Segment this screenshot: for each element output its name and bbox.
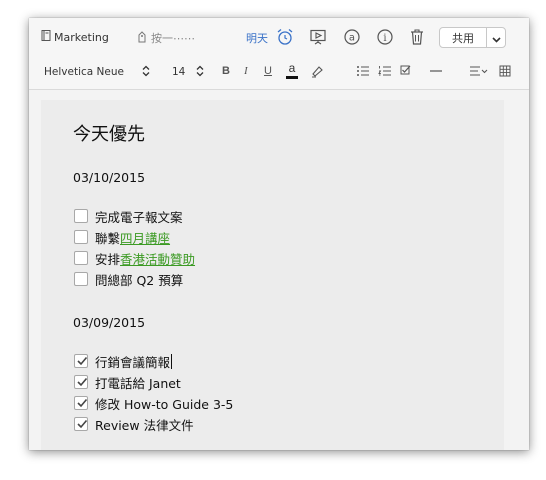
notebook-name: Marketing [54, 30, 109, 44]
italic-button[interactable]: I [244, 62, 248, 80]
task-item: Review 法律文件 [74, 416, 194, 433]
task-text: 完成電子報文案 [95, 209, 183, 225]
font-size-stepper-icon[interactable] [196, 62, 204, 80]
task-checkbox[interactable] [74, 272, 88, 286]
task-text: Review 法律文件 [95, 417, 194, 433]
tag-placeholder: 按一⋯⋯ [151, 32, 195, 45]
task-item: 打電話給 Janet [74, 374, 181, 391]
svg-text:a: a [349, 33, 355, 44]
share-button[interactable]: 共用 [439, 27, 487, 48]
table-icon[interactable] [499, 62, 511, 80]
align-menu-icon[interactable] [469, 62, 489, 80]
text-color-button[interactable]: a [286, 61, 298, 81]
bold-button[interactable]: B [222, 62, 230, 80]
tag-field[interactable]: 按一⋯⋯ [137, 30, 195, 46]
checkmark-icon [77, 398, 88, 408]
text-color-swatch [286, 76, 298, 79]
section-date: 03/09/2015 [73, 315, 146, 330]
horizontal-rule-icon[interactable] [429, 62, 443, 80]
checkbox-list-icon[interactable] [400, 62, 414, 80]
text-cursor [171, 353, 173, 369]
scroll-gutter [507, 100, 529, 450]
alarm-clock-icon[interactable] [275, 27, 295, 47]
task-link[interactable]: 四月講座 [120, 228, 170, 247]
task-checkbox[interactable] [74, 209, 88, 223]
task-checkbox-checked[interactable] [74, 417, 88, 431]
checkmark-icon [77, 377, 88, 387]
task-link[interactable]: 香港活動贊助 [120, 249, 195, 268]
task-item: 行銷會議簡報 [74, 353, 173, 370]
task-text: 聯繫 [95, 230, 121, 246]
at-sign-icon[interactable]: a [342, 27, 362, 47]
task-checkbox[interactable] [74, 230, 88, 244]
task-text: 行銷會議簡報 [95, 354, 171, 370]
note-title[interactable]: 今天優先 [73, 120, 145, 146]
notebook-icon [41, 30, 51, 44]
svg-text:i: i [383, 33, 386, 44]
text-color-glyph: a [288, 61, 296, 75]
font-family-stepper-icon[interactable] [142, 62, 150, 80]
note-window: Marketing 按一⋯⋯ 明天 a i 共用 Helvetica Neue … [29, 18, 529, 450]
font-size-select[interactable]: 14 [172, 66, 185, 78]
font-family-select[interactable]: Helvetica Neue [44, 66, 124, 78]
task-checkbox-checked[interactable] [74, 354, 88, 368]
chevron-down-icon [491, 28, 501, 47]
task-item: 安排 香港活動贊助 [74, 249, 195, 268]
share-dropdown-button[interactable] [486, 27, 506, 48]
checkmark-icon [77, 419, 88, 429]
task-item: 完成電子報文案 [74, 208, 183, 225]
task-text: 問總部 Q2 預算 [95, 272, 184, 288]
presentation-icon[interactable] [308, 27, 328, 47]
tag-icon [137, 30, 147, 46]
highlighter-icon[interactable] [310, 62, 324, 80]
task-checkbox-checked[interactable] [74, 396, 88, 410]
task-text: 安排 [95, 251, 121, 267]
underline-button[interactable]: U [264, 62, 272, 80]
task-text: 打電話給 Janet [95, 375, 181, 391]
info-icon[interactable]: i [375, 27, 395, 47]
checkmark-icon [77, 356, 88, 366]
task-checkbox[interactable] [74, 251, 88, 265]
task-item: 問總部 Q2 預算 [74, 271, 184, 288]
task-checkbox-checked[interactable] [74, 375, 88, 389]
task-item: 修改 How-to Guide 3-5 [74, 395, 234, 412]
numbered-list-icon[interactable] [378, 62, 392, 80]
task-item: 聯繫 四月講座 [74, 228, 170, 247]
task-text: 修改 How-to Guide 3-5 [95, 396, 234, 412]
notebook-selector[interactable]: Marketing [41, 30, 109, 44]
trash-icon[interactable] [407, 27, 427, 47]
section-date: 03/10/2015 [73, 170, 146, 185]
reminder-date[interactable]: 明天 [246, 30, 268, 46]
bullet-list-icon[interactable] [356, 62, 370, 80]
